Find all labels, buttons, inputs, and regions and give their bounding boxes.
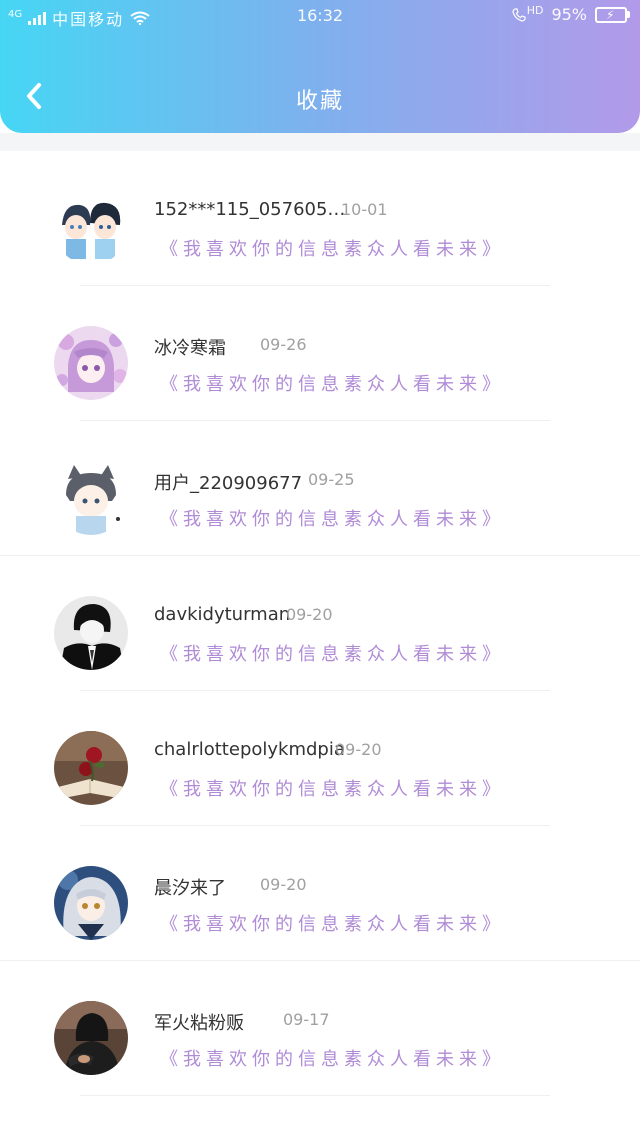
date: 09-25: [308, 470, 355, 489]
battery-percent: 95%: [551, 5, 587, 24]
avatar[interactable]: [54, 326, 128, 400]
date: 09-17: [283, 1010, 330, 1029]
hd-call-icon: HD: [512, 4, 543, 22]
status-bar: 4G 中国移动 16:32 HD 95% ⚡: [0, 0, 640, 32]
user-name: 冰冷寒霜: [154, 338, 226, 359]
date: 09-20: [260, 875, 307, 894]
divider: [80, 1095, 550, 1096]
avatar[interactable]: [54, 866, 128, 940]
header-bar: 4G 中国移动 16:32 HD 95% ⚡ 收藏: [0, 0, 640, 133]
list-item[interactable]: davkidyturman 09-20 《我喜欢你的信息素众人看未来》: [0, 556, 640, 691]
user-name: 军火粘粉贩: [154, 1013, 244, 1034]
list-item[interactable]: 军火粘粉贩 09-17 《我喜欢你的信息素众人看未来》: [0, 961, 640, 1096]
book-title[interactable]: 《我喜欢你的信息素众人看未来》: [160, 505, 505, 531]
list-item[interactable]: 用户_220909677 09-25 《我喜欢你的信息素众人看未来》: [0, 421, 640, 556]
date: 09-20: [335, 740, 382, 759]
battery-icon: ⚡: [595, 6, 630, 23]
favorites-list: 152***115_057605… 10-01 《我喜欢你的信息素众人看未来》 …: [0, 151, 640, 1096]
list-item[interactable]: 152***115_057605… 10-01 《我喜欢你的信息素众人看未来》: [0, 151, 640, 286]
book-title[interactable]: 《我喜欢你的信息素众人看未来》: [160, 640, 505, 666]
user-name: chalrlottepolykmdpia: [154, 739, 345, 760]
suit-man-avatar: [54, 596, 128, 670]
cat-ear-boy-avatar: [54, 461, 128, 535]
book-title[interactable]: 《我喜欢你的信息素众人看未来》: [160, 910, 505, 936]
list-item[interactable]: 冰冷寒霜 09-26 《我喜欢你的信息素众人看未来》: [0, 286, 640, 421]
user-name: 152***115_057605…: [154, 199, 346, 220]
rose-book-avatar: [54, 731, 128, 805]
anime-girl-purple-avatar: [54, 326, 128, 400]
user-name: 晨汐来了: [154, 878, 226, 899]
hd-label: HD: [526, 4, 544, 17]
book-title[interactable]: 《我喜欢你的信息素众人看未来》: [160, 775, 505, 801]
user-name: davkidyturman: [154, 604, 291, 625]
avatar[interactable]: [54, 461, 128, 535]
date: 09-20: [286, 605, 333, 624]
avatar[interactable]: [54, 1001, 128, 1075]
book-title[interactable]: 《我喜欢你的信息素众人看未来》: [160, 1045, 505, 1071]
date: 09-26: [260, 335, 307, 354]
list-item[interactable]: 晨汐来了 09-20 《我喜欢你的信息素众人看未来》: [0, 826, 640, 961]
book-title[interactable]: 《我喜欢你的信息素众人看未来》: [160, 235, 505, 261]
header-gap: [0, 133, 640, 151]
dark-figure-avatar: [54, 1001, 128, 1075]
status-right: HD 95% ⚡: [512, 4, 630, 24]
page-title: 收藏: [295, 89, 344, 114]
avatar[interactable]: [54, 191, 128, 265]
list-item[interactable]: chalrlottepolykmdpia 09-20 《我喜欢你的信息素众人看未…: [0, 691, 640, 826]
user-name: 用户_220909677: [154, 473, 303, 494]
avatar[interactable]: [54, 596, 128, 670]
silver-hair-girl-avatar: [54, 866, 128, 940]
anime-boys-avatar: [54, 191, 128, 265]
book-title[interactable]: 《我喜欢你的信息素众人看未来》: [160, 370, 505, 396]
avatar[interactable]: [54, 731, 128, 805]
date: 10-01: [341, 200, 388, 219]
